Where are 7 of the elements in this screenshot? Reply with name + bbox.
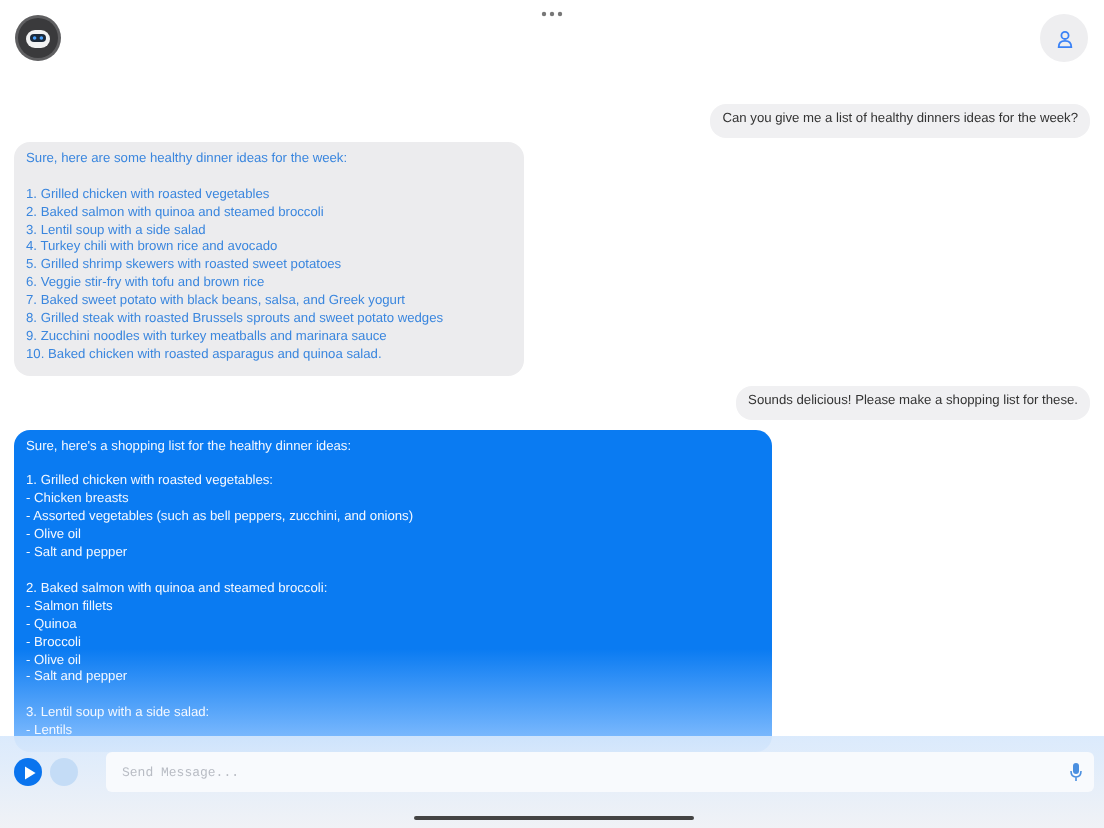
robot-avatar-icon[interactable] (14, 14, 62, 62)
profile-button[interactable] (1040, 14, 1088, 62)
microphone-icon[interactable] (1070, 762, 1082, 782)
play-button[interactable] (14, 758, 42, 786)
more-icon[interactable] (539, 10, 563, 18)
play-icon (23, 765, 35, 779)
person-icon (1055, 29, 1073, 47)
